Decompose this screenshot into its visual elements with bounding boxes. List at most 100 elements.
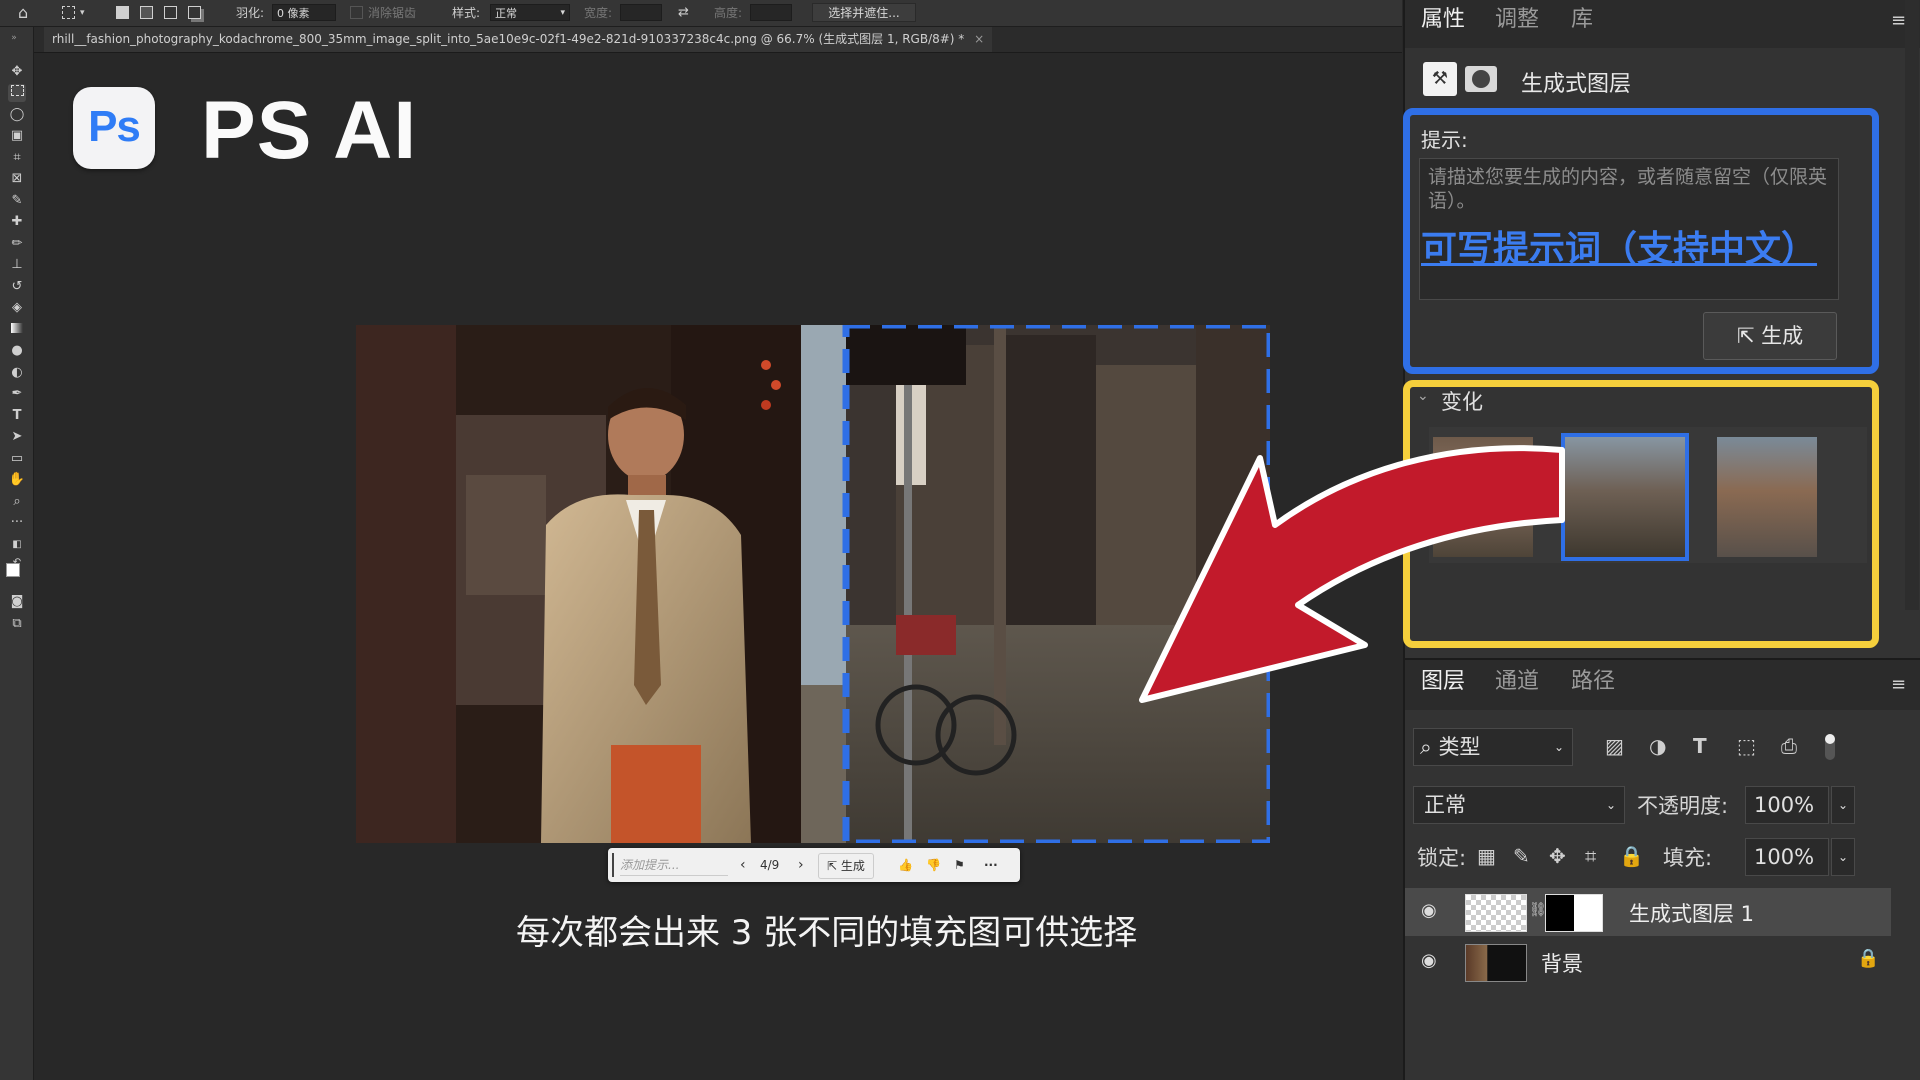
- panel-menu-icon[interactable]: ≡: [1891, 10, 1906, 31]
- rectangle-tool-icon[interactable]: ▭: [8, 450, 26, 468]
- document-tab[interactable]: rhill__fashion_photography_kodachrome_80…: [44, 27, 993, 52]
- page-indicator: 4/9: [760, 858, 780, 872]
- frame-tool-icon[interactable]: ⊠: [8, 170, 26, 188]
- path-selection-tool-icon[interactable]: ➤: [8, 428, 26, 446]
- blend-mode-select[interactable]: 正常 ⌄: [1413, 786, 1625, 824]
- thumbs-up-icon[interactable]: 👍: [898, 848, 913, 882]
- eraser-tool-icon[interactable]: ◈: [8, 299, 26, 317]
- type-tool-icon[interactable]: T: [8, 407, 26, 425]
- layer-type-label: 生成式图层: [1521, 72, 1632, 97]
- brand-title: PS AI: [201, 85, 418, 176]
- logo-text: Ps: [88, 102, 141, 151]
- fill-input[interactable]: 100%: [1745, 838, 1829, 876]
- width-input[interactable]: [620, 4, 662, 21]
- mask-icon[interactable]: [1465, 66, 1497, 92]
- chevron-down-icon[interactable]: ⌄: [1831, 838, 1855, 876]
- drag-handle[interactable]: [612, 853, 614, 877]
- marquee-tool-icon[interactable]: [8, 84, 26, 102]
- object-selection-tool-icon[interactable]: ▣: [8, 127, 26, 145]
- document-tab-bar: rhill__fashion_photography_kodachrome_80…: [34, 27, 1402, 53]
- layer-mask-thumbnail[interactable]: [1545, 894, 1603, 932]
- clone-stamp-tool-icon[interactable]: ⊥: [8, 256, 26, 274]
- zoom-tool-icon[interactable]: ⌕: [8, 493, 26, 511]
- marquee-tool-preset-icon[interactable]: [62, 6, 75, 19]
- eyedropper-tool-icon[interactable]: ✎: [8, 192, 26, 210]
- type-filter-icon[interactable]: T: [1693, 734, 1707, 758]
- pen-tool-icon[interactable]: ✒: [8, 385, 26, 403]
- history-brush-tool-icon[interactable]: ↺: [8, 278, 26, 296]
- foreground-color-swatch[interactable]: [6, 563, 20, 577]
- lock-transparency-icon[interactable]: ▦: [1477, 844, 1496, 868]
- flag-icon[interactable]: ⚑: [954, 848, 965, 882]
- feather-input[interactable]: 0 像素: [272, 4, 336, 21]
- opacity-input[interactable]: 100%: [1745, 786, 1829, 824]
- style-select[interactable]: 正常 ▾: [490, 4, 570, 21]
- quick-mask-icon[interactable]: ◙: [8, 593, 26, 611]
- chevron-down-icon[interactable]: ▾: [80, 0, 85, 26]
- brush-tool-icon[interactable]: ✏: [8, 235, 26, 253]
- lock-pixels-icon[interactable]: ✎: [1513, 844, 1530, 868]
- prompt-input[interactable]: 添加提示...: [620, 855, 728, 876]
- lasso-tool-icon[interactable]: ◯: [8, 106, 26, 124]
- chevron-down-icon[interactable]: ⌄: [1831, 786, 1855, 824]
- lock-all-icon[interactable]: 🔒: [1619, 844, 1644, 868]
- shape-filter-icon[interactable]: ⬚: [1737, 734, 1756, 758]
- antialias-checkbox[interactable]: [350, 6, 363, 19]
- add-to-selection-icon[interactable]: [140, 6, 153, 19]
- fill-label: 填充:: [1663, 846, 1713, 870]
- tab-adjustments[interactable]: 调整: [1495, 0, 1539, 48]
- tab-properties[interactable]: 属性: [1421, 0, 1465, 48]
- contextual-task-bar: 添加提示... ‹ 4/9 › ⇱ 生成 👍 👎 ⚑ ···: [608, 848, 1020, 882]
- lock-icon: 🔒: [1857, 948, 1880, 969]
- new-selection-icon[interactable]: [116, 6, 129, 19]
- chevron-left-icon[interactable]: ‹: [740, 848, 746, 882]
- document-title: rhill__fashion_photography_kodachrome_80…: [52, 32, 965, 46]
- taskbar-generate-button[interactable]: ⇱ 生成: [818, 853, 874, 879]
- select-and-mask-button[interactable]: 选择并遮住...: [812, 3, 916, 22]
- panel-menu-icon[interactable]: ≡: [1891, 674, 1906, 695]
- move-tool-icon[interactable]: ✥: [8, 63, 26, 81]
- smart-object-filter-icon[interactable]: ⎙: [1781, 734, 1797, 758]
- eye-icon[interactable]: ◉: [1421, 900, 1437, 921]
- more-options-icon[interactable]: ···: [984, 848, 998, 882]
- layer-thumbnail: [1465, 944, 1527, 982]
- tools-panel: » ✥ ◯ ▣ ⌗ ⊠ ✎ ✚ ✏ ⊥ ↺ ◈ ● ◐ ✒ T ➤ ▭ ✋ ⌕ …: [0, 27, 34, 1080]
- chevron-down-icon: ▾: [560, 8, 565, 18]
- chevron-down-icon: ⌄: [1605, 798, 1616, 812]
- eye-icon[interactable]: ◉: [1421, 950, 1437, 971]
- more-tools-icon[interactable]: ···: [8, 514, 26, 532]
- tab-libraries[interactable]: 库: [1571, 0, 1593, 48]
- crop-tool-icon[interactable]: ⌗: [8, 149, 26, 167]
- layer-row-background[interactable]: ◉ 背景 🔒: [1405, 938, 1891, 986]
- hand-tool-icon[interactable]: ✋: [8, 471, 26, 489]
- screen-mode-icon[interactable]: ⧉: [8, 615, 26, 633]
- gradient-tool-icon[interactable]: [8, 321, 26, 339]
- lock-artboard-icon[interactable]: ⌗: [1585, 844, 1596, 868]
- adjustment-filter-icon[interactable]: ◑: [1649, 734, 1666, 758]
- dodge-tool-icon[interactable]: ◐: [8, 364, 26, 382]
- prompt-highlight-frame: [1403, 108, 1879, 374]
- layer-row-generative[interactable]: ◉ ⛓ 生成式图层 1: [1405, 888, 1891, 936]
- feather-label: 羽化:: [236, 6, 265, 20]
- default-colors-icon[interactable]: ◧ ↶: [8, 536, 26, 568]
- thumbs-down-icon[interactable]: 👎: [926, 848, 941, 882]
- intersect-selection-icon[interactable]: [188, 6, 201, 19]
- blur-tool-icon[interactable]: ●: [8, 342, 26, 360]
- filter-toggle[interactable]: [1825, 734, 1835, 760]
- search-icon: ⌕: [1420, 735, 1439, 759]
- collapse-icon[interactable]: »: [5, 29, 23, 47]
- scrollbar[interactable]: [1905, 0, 1919, 610]
- close-icon[interactable]: ×: [974, 32, 984, 46]
- options-bar: ⌂ ▾ 羽化: 0 像素 消除锯齿 样式: 正常 ▾ 宽度: ⇄ 高度: 选择并遮…: [0, 0, 1402, 27]
- subtract-from-selection-icon[interactable]: [164, 6, 177, 19]
- chevron-right-icon[interactable]: ›: [798, 848, 804, 882]
- swap-icon[interactable]: ⇄: [678, 0, 689, 26]
- layer-filter-select[interactable]: ⌕ 类型 ⌄: [1413, 728, 1573, 766]
- height-label: 高度:: [714, 6, 743, 20]
- pixel-filter-icon[interactable]: ▨: [1605, 734, 1624, 758]
- height-input[interactable]: [750, 4, 792, 21]
- healing-brush-tool-icon[interactable]: ✚: [8, 213, 26, 231]
- lock-position-icon[interactable]: ✥: [1549, 844, 1566, 868]
- home-icon[interactable]: ⌂: [18, 0, 28, 26]
- lock-label: 锁定:: [1417, 846, 1467, 870]
